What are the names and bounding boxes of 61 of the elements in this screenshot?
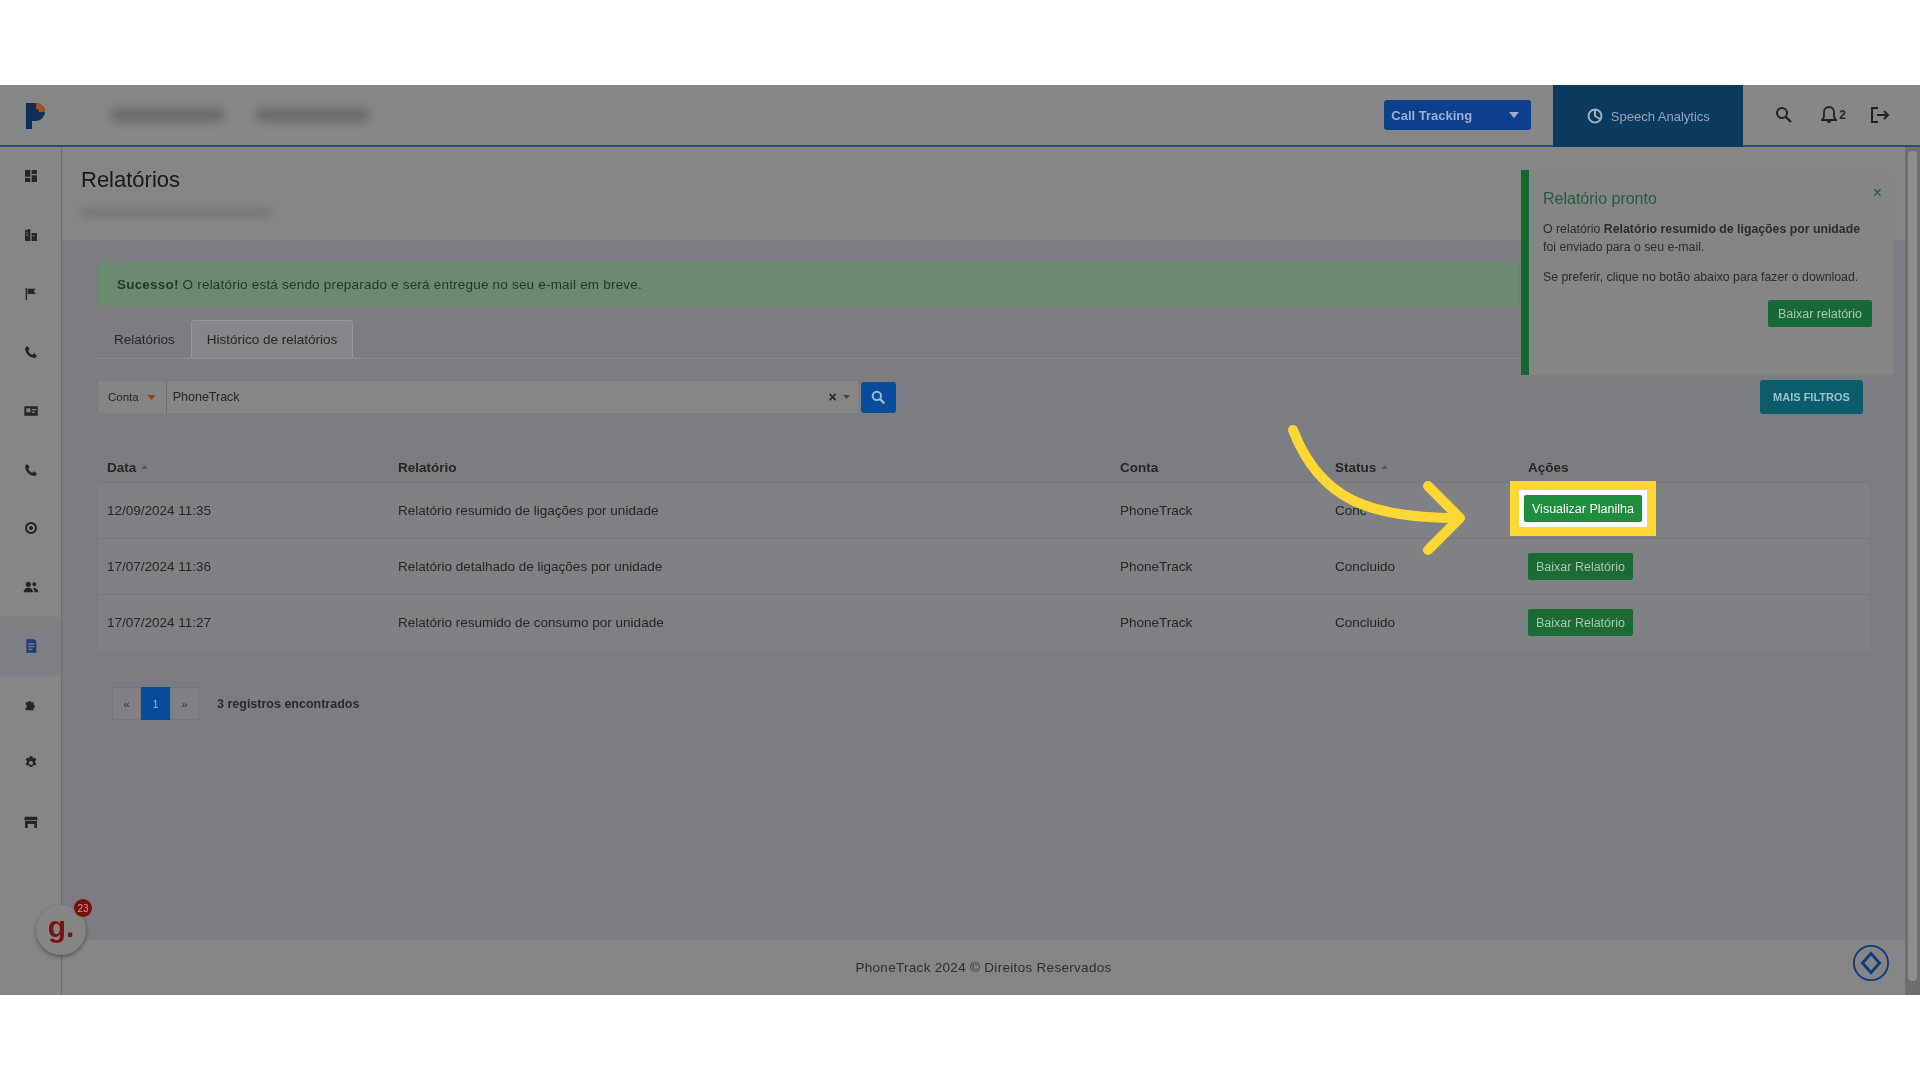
column-header[interactable]: Data bbox=[107, 459, 398, 475]
success-alert: Sucesso! O relatório está sendo preparado e será entregue no seu e-mail em breve. bbox=[98, 262, 1520, 306]
notification-message: O relatório Relatório resumido de ligações por unidade foi enviado para o seu e-mail. bbox=[1543, 221, 1862, 256]
help-widget-icon[interactable] bbox=[1852, 944, 1890, 982]
table-cell-text: Relatório detalhado de ligações por unidade bbox=[398, 559, 664, 574]
tab[interactable]: Relatórios bbox=[98, 320, 191, 358]
sort-icon bbox=[141, 465, 149, 469]
download-report-button[interactable]: Baixar relatório bbox=[1767, 300, 1872, 327]
dashboard-icon bbox=[22, 168, 39, 185]
column-header[interactable]: Status bbox=[1335, 459, 1528, 475]
next-page-button[interactable]: » bbox=[170, 687, 199, 720]
caret-icon bbox=[842, 395, 850, 399]
logout-icon[interactable] bbox=[1870, 106, 1890, 124]
page-button[interactable]: 1 bbox=[141, 687, 170, 720]
sort-icon bbox=[1381, 465, 1389, 469]
download-report-button[interactable]: Baixar Relatório bbox=[1528, 553, 1633, 580]
column-header[interactable]: Ações bbox=[1528, 459, 1869, 475]
column-header[interactable]: Relatório bbox=[398, 459, 1120, 475]
caret-icon bbox=[146, 394, 156, 400]
close-button[interactable]: × bbox=[1872, 184, 1882, 202]
table-cell-text: PhoneTrack bbox=[1120, 615, 1194, 630]
scrollbar[interactable] bbox=[1905, 147, 1920, 995]
notification-title: Relatório pronto bbox=[1543, 190, 1657, 208]
column-header[interactable]: Conta bbox=[1120, 459, 1335, 475]
table-cell-text: Relatório resumido de ligações por unidade bbox=[398, 503, 660, 518]
view-spreadsheet-button[interactable]: Visualizar Planilha bbox=[1524, 495, 1642, 522]
table-cell-text: Relatório resumido de consumo por unidade bbox=[398, 615, 665, 630]
filter-field-select[interactable]: Conta bbox=[98, 381, 166, 413]
table-cell-text: PhoneTrack bbox=[1120, 559, 1194, 574]
sidebar-item[interactable] bbox=[0, 616, 61, 676]
notification-count: 2 bbox=[1839, 108, 1846, 122]
table-cell-text: PhoneTrack bbox=[1120, 503, 1194, 518]
previous-page-button[interactable]: « bbox=[112, 687, 141, 720]
tab[interactable]: Histórico de relatórios bbox=[190, 320, 354, 358]
search-button[interactable] bbox=[860, 381, 896, 413]
table-cell-text: Concluido bbox=[1335, 615, 1397, 630]
bell-icon[interactable] bbox=[1821, 106, 1838, 124]
phone-icon bbox=[22, 344, 39, 361]
notification-hint: Se preferir, clique no botão abaixo para fazer o download. bbox=[1543, 269, 1860, 286]
search-icon bbox=[870, 389, 886, 405]
table-cell-text: 12/09/2024 11:35 bbox=[107, 503, 213, 518]
footer-text: PhoneTrack 2024 © Direitos Reservados bbox=[855, 960, 1112, 975]
target-icon bbox=[22, 520, 39, 537]
table-cell-text: 17/07/2024 11:36 bbox=[107, 559, 213, 574]
speech-analytics-tab[interactable]: Speech Analytics bbox=[1553, 85, 1744, 147]
page-title: Relatórios bbox=[81, 167, 181, 193]
search-icon[interactable] bbox=[1775, 106, 1794, 124]
more-filters-button[interactable]: MAIS FILTROS bbox=[1760, 380, 1863, 414]
download-report-button[interactable]: Baixar Relatório bbox=[1528, 609, 1633, 636]
table-cell-text: Concluido bbox=[1335, 559, 1397, 574]
table-cell-text: Conc bbox=[1335, 503, 1368, 518]
table-cell-text: 17/07/2024 11:27 bbox=[107, 615, 213, 630]
records-count: 3 registros encontrados bbox=[217, 696, 360, 711]
phone-icon bbox=[22, 461, 39, 478]
caret-icon bbox=[1509, 112, 1520, 118]
clear-button[interactable]: × bbox=[828, 389, 837, 405]
chat-badge: 23 bbox=[74, 899, 92, 917]
analytics-icon bbox=[1586, 108, 1603, 124]
account-search-field[interactable]: PhoneTrack × bbox=[165, 381, 858, 413]
building-icon bbox=[22, 227, 39, 244]
product-dropdown[interactable]: Call Tracking bbox=[1384, 100, 1532, 130]
